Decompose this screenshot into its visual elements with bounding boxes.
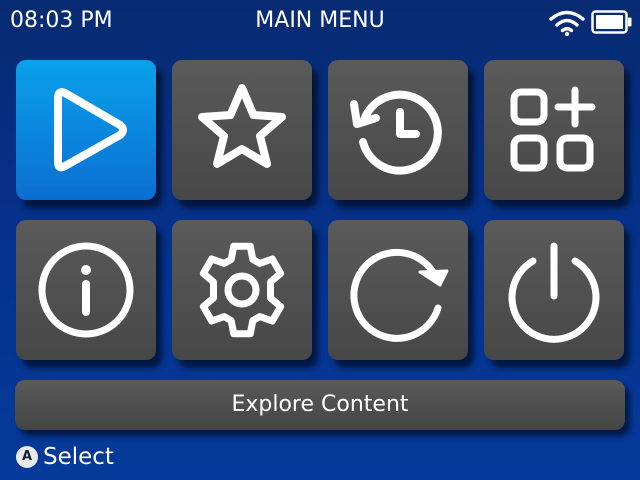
history-tile[interactable]: [328, 60, 468, 200]
select-hint-label: Select: [43, 444, 114, 470]
gear-icon: [199, 242, 285, 338]
power-tile[interactable]: [484, 220, 624, 360]
play-tile[interactable]: [16, 60, 156, 200]
history-icon: [350, 90, 442, 175]
refresh-tile[interactable]: [328, 220, 468, 360]
refresh-icon: [350, 248, 449, 342]
apps-tile[interactable]: [484, 60, 624, 200]
play-icon: [54, 88, 127, 172]
explore-content-button[interactable]: Explore Content: [15, 380, 625, 430]
main-menu-grid: Explore Content: [0, 0, 640, 480]
settings-tile[interactable]: [172, 220, 312, 360]
apps-add-icon: [510, 86, 596, 172]
favorites-tile[interactable]: [172, 60, 312, 200]
info-icon: [38, 242, 134, 338]
star-icon: [198, 84, 286, 168]
info-tile[interactable]: [16, 220, 156, 360]
a-button-icon: A: [16, 446, 38, 468]
explore-content-label: Explore Content: [231, 392, 409, 417]
power-icon: [508, 242, 600, 343]
